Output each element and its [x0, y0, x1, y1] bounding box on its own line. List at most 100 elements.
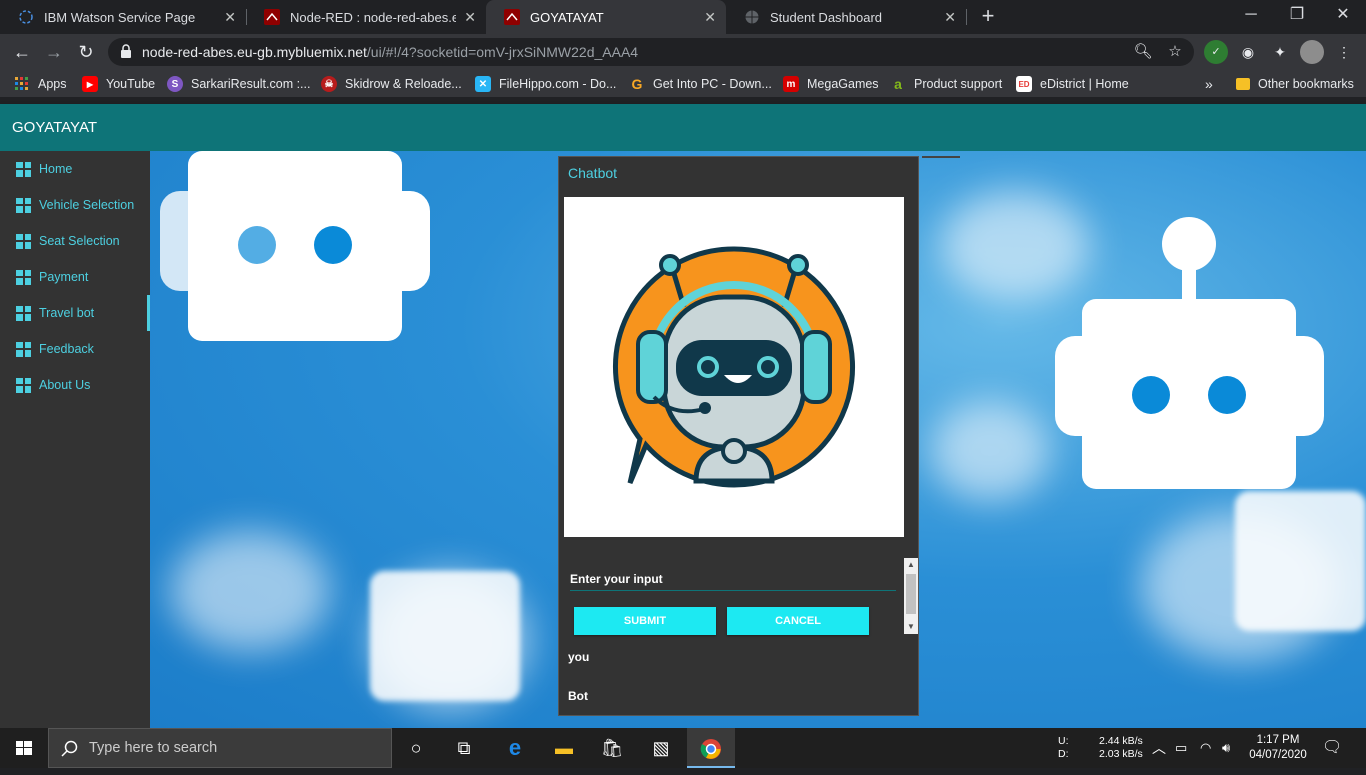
scrollbar-thumb[interactable] [906, 574, 916, 614]
bookmark-label: Skidrow & Reloade... [345, 77, 462, 91]
scroll-up-icon[interactable]: ▲ [904, 558, 918, 572]
dashboard-icon [16, 341, 31, 357]
tab-ibm-watson[interactable]: IBM Watson Service Page ✕ [0, 0, 246, 34]
dashboard-icon [16, 197, 31, 213]
address-bar[interactable]: node-red-abes.eu-gb.mybluemix.net/ui/#!/… [108, 38, 1194, 66]
task-view-icon[interactable]: ⧉ [440, 728, 488, 768]
dashboard-icon [16, 377, 31, 393]
sidebar-item-home[interactable]: Home [0, 151, 150, 187]
cancel-button[interactable]: CANCEL [727, 607, 869, 635]
chat-input[interactable] [570, 569, 896, 589]
close-tab-icon[interactable]: ✕ [224, 9, 236, 26]
notifications-icon[interactable]: 🗨︎ [1322, 728, 1342, 768]
sidebar-item-feedback[interactable]: Feedback [0, 331, 150, 367]
clock-time: 1:17 PM [1256, 734, 1300, 746]
network-speed-values: 2.44 kB/s 2.03 kB/s [1099, 735, 1143, 775]
sidebar-item-vehicle-selection[interactable]: Vehicle Selection [0, 187, 150, 223]
bookmark-skidrow[interactable]: ☠ Skidrow & Reloade... [321, 75, 462, 93]
back-icon[interactable]: ← [10, 40, 34, 64]
minimize-icon[interactable]: ─ [1228, 0, 1274, 34]
bookmark-filehippo[interactable]: ✕ FileHippo.com - Do... [475, 75, 616, 93]
bookmark-star-icon[interactable]: ☆ [1165, 42, 1185, 62]
scroll-down-icon[interactable]: ▼ [904, 620, 918, 634]
forward-icon[interactable]: → [42, 40, 66, 64]
apps-grid-icon [14, 76, 30, 92]
acer-icon: a [894, 76, 902, 92]
profile-avatar[interactable] [1300, 40, 1324, 64]
megagames-icon: m [783, 76, 799, 92]
tab-title: IBM Watson Service Page [44, 9, 196, 25]
edge-icon[interactable]: e [491, 728, 539, 768]
new-tab-icon[interactable]: + [976, 4, 1000, 28]
close-window-icon[interactable]: ✕ [1320, 0, 1366, 34]
app-header: GOYATAYAT [0, 104, 1366, 151]
youtube-icon: ▶ [82, 76, 98, 92]
upload-speed: 2.44 kB/s [1099, 735, 1143, 747]
clock[interactable]: 1:17 PM 04/07/2020 [1248, 733, 1308, 773]
search-placeholder: Type here to search [89, 740, 218, 756]
sidebar-item-label: Home [39, 162, 73, 176]
globe-icon [744, 9, 760, 25]
tab-student-dashboard[interactable]: Student Dashboard ✕ [726, 0, 966, 34]
zoom-icon[interactable]: 🔍︎ [1133, 42, 1153, 62]
tab-node-red[interactable]: Node-RED : node-red-abes.eu-gb ✕ [246, 0, 486, 34]
tray-overflow-icon[interactable]: ︿ [1152, 728, 1166, 768]
getintopc-icon: G [631, 76, 643, 92]
bookmark-youtube[interactable]: ▶ YouTube [82, 75, 155, 93]
volume-icon[interactable]: 🔊︎ [1222, 728, 1230, 768]
tab-title: GOYATAYAT [530, 9, 604, 25]
close-tab-icon[interactable]: ✕ [944, 9, 956, 26]
tab-goyatayat[interactable]: GOYATAYAT ✕ [486, 0, 726, 34]
ibm-watson-icon [18, 9, 34, 25]
sidebar-item-seat-selection[interactable]: Seat Selection [0, 223, 150, 259]
bookmark-product-support[interactable]: a Product support [890, 75, 1002, 93]
sidebar-item-payment[interactable]: Payment [0, 259, 150, 295]
dashboard-icon [16, 269, 31, 285]
browser-menu-icon[interactable]: ⋮ [1332, 40, 1356, 64]
chatbot-card: Chatbot Enter your input SUBMIT CANCEL ▲… [558, 156, 919, 716]
tab-title: Student Dashboard [770, 9, 883, 25]
chat-input-field[interactable] [570, 569, 896, 591]
lock-icon [121, 44, 131, 58]
bookmark-megagames[interactable]: m MegaGames [783, 75, 879, 93]
cortana-icon[interactable]: ○ [392, 728, 440, 768]
app-title: GOYATAYAT [12, 119, 98, 136]
sidebar-item-about-us[interactable]: About Us [0, 367, 150, 403]
battery-icon[interactable]: ▭ [1175, 728, 1187, 768]
user-message-label: you [568, 650, 590, 664]
sidebar-item-label: Vehicle Selection [39, 198, 135, 212]
dashboard-icon [16, 161, 31, 177]
globe-extension-icon[interactable]: ◉ [1236, 40, 1260, 64]
taskbar-search-box[interactable]: Type here to search [48, 728, 392, 768]
reload-icon[interactable]: ↻ [74, 40, 98, 64]
chatbot-title: Chatbot [568, 165, 618, 181]
bookmark-apps[interactable]: Apps [14, 75, 67, 93]
windows-start-icon[interactable] [0, 728, 48, 768]
restore-icon[interactable]: ❐ [1274, 0, 1320, 34]
bot-message-label: Bot [568, 689, 588, 703]
windows-taskbar: Type here to search ○ ⧉ e ▬ 🛍︎ ▧ U: D: 2.… [0, 728, 1366, 768]
wifi-icon[interactable]: ◠ [1200, 728, 1211, 768]
submit-button[interactable]: SUBMIT [574, 607, 716, 635]
skidrow-icon: ☠ [321, 76, 337, 92]
shield-extension-icon[interactable]: ✓ [1204, 40, 1228, 64]
sidebar-item-travel-bot[interactable]: Travel bot [0, 295, 150, 331]
photos-app-icon[interactable]: ▧ [637, 728, 685, 768]
close-tab-icon[interactable]: ✕ [704, 9, 716, 26]
bookmark-edistrict[interactable]: ED eDistrict | Home [1016, 75, 1129, 93]
bookmarks-overflow-icon[interactable]: » [1205, 75, 1213, 93]
browser-toolbar: ← → ↻ node-red-abes.eu-gb.mybluemix.net/… [0, 34, 1366, 70]
extensions-puzzle-icon[interactable]: ✦ [1268, 40, 1292, 64]
file-explorer-icon[interactable]: ▬ [540, 728, 588, 768]
other-bookmarks[interactable]: Other bookmarks [1236, 75, 1354, 93]
bookmark-getintopc[interactable]: G Get Into PC - Down... [629, 75, 772, 93]
close-tab-icon[interactable]: ✕ [464, 9, 476, 26]
sidebar: Home Vehicle Selection Seat Selection Pa… [0, 151, 150, 728]
dashboard-icon [16, 305, 31, 321]
search-icon [61, 740, 78, 757]
chrome-icon[interactable] [687, 728, 735, 768]
chat-scrollbar[interactable]: ▲ ▼ [904, 558, 918, 634]
microsoft-store-icon[interactable]: 🛍︎ [588, 728, 636, 768]
sidebar-item-label: Feedback [39, 342, 94, 356]
bookmark-sarkariresult[interactable]: S SarkariResult.com :... [167, 75, 310, 93]
